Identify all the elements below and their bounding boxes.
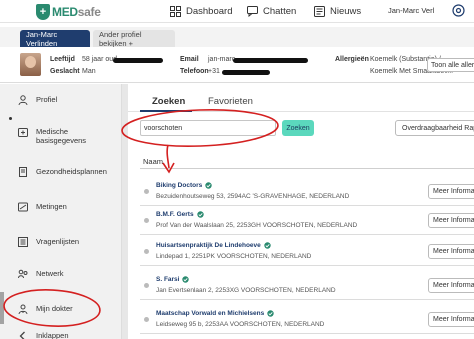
doctor-name: B.M.F. Gerts (156, 211, 204, 218)
email-value: jan-marc (208, 56, 236, 63)
tab-other-profile[interactable]: Ander profiel bekijken + (93, 30, 175, 48)
bullet-dot (9, 117, 12, 120)
verified-check-icon (205, 182, 212, 189)
table-row[interactable]: Maatschap Vorwald en Michielsens Leidsew… (140, 306, 474, 334)
top-bar: + MEDsafe Dashboard Chatten Nieuws Jan-M… (0, 0, 474, 23)
chat-icon (247, 6, 258, 17)
doctor-address: Leidseweg 95 b, 2253AA VOORSCHOTEN, NEDE… (156, 321, 325, 328)
list-icon (18, 237, 28, 247)
status-dot (144, 249, 149, 254)
doctor-address: Lindepad 1, 2251PK VOORSCHOTEN, NEDERLAN… (156, 253, 312, 260)
doctor-address: Prof Van der Waalslaan 25, 2253GH VOORSC… (156, 222, 358, 229)
dashboard-icon (170, 6, 181, 17)
sidebar-item-label: Vragenlijsten (36, 237, 80, 246)
measure-icon (18, 202, 28, 212)
status-dot (144, 189, 149, 194)
email-label: Email (180, 56, 199, 63)
nav-dashboard[interactable]: Dashboard (170, 4, 232, 19)
nav-news-label: Nieuws (330, 6, 362, 17)
verified-check-icon (182, 276, 190, 283)
status-dot (144, 218, 149, 223)
transfer-report-button[interactable]: Overdraagbaarheid Rapp (395, 120, 474, 136)
gender-value: Man (82, 68, 96, 75)
sidebar-item-label: Profiel (36, 95, 58, 104)
table-row[interactable]: B.M.F. Gerts Prof Van der Waalslaan 25, … (140, 207, 474, 235)
doctor-name-text: S. Farsi (156, 276, 180, 284)
avatar (20, 53, 41, 76)
doctor-name-text: B.M.F. Gerts (156, 211, 194, 219)
patient-info: Leeftijd 58 jaar oud Geslacht Man Email … (0, 47, 474, 83)
logo-text-b: safe (77, 4, 101, 19)
collapse-icon (19, 331, 25, 339)
redaction-mark (113, 58, 163, 63)
profile-tabs-bar: Jan-Marc Verlinden Ander profiel bekijke… (0, 27, 474, 48)
sidebar-item-label: Metingen (36, 202, 67, 211)
age-label: Leeftijd (50, 56, 75, 63)
status-dot (144, 283, 149, 288)
verified-check-icon (267, 310, 274, 317)
doctor-name-text: Biking Doctors (156, 182, 203, 190)
plan-icon (19, 167, 27, 177)
doctor-name: Biking Doctors (156, 182, 212, 189)
doctor-icon (18, 304, 28, 314)
more-info-button[interactable]: Meer Informat (428, 184, 474, 199)
person-icon (18, 95, 28, 105)
tab-zoeken[interactable]: Zoeken (152, 96, 185, 107)
table-row[interactable]: Huisartsenpraktijk De Lindehoeve Lindepa… (140, 238, 474, 266)
network-icon (18, 269, 28, 279)
more-info-button[interactable]: Meer Informat (428, 244, 474, 259)
tab-favorieten[interactable]: Favorieten (208, 96, 253, 107)
nav-news[interactable]: Nieuws (314, 4, 361, 19)
table-row[interactable]: S. Farsi Jan Evertsenlaan 2, 2253XG VOOR… (140, 272, 474, 300)
sidebar-item-label: Mijn dokter (36, 304, 73, 313)
user-menu[interactable]: Jan-Marc Verl (388, 6, 434, 15)
sidebar-item-label: Gezondheidsplannen (36, 167, 107, 176)
more-info-button[interactable]: Meer Informat (428, 312, 474, 327)
active-tab-underline (140, 110, 192, 112)
more-info-button[interactable]: Meer Informat (428, 213, 474, 228)
sidebar-item-label: Inklappen (36, 331, 69, 339)
tab-current-profile[interactable]: Jan-Marc Verlinden (20, 30, 90, 48)
settings-icon[interactable] (452, 4, 465, 17)
nav-chat-label: Chatten (263, 6, 297, 17)
doctor-address: Bezuidenhoutseweg 53, 2594AC 'S-GRAVENHA… (156, 193, 350, 200)
phone-value: +31 (208, 68, 220, 75)
search-button[interactable]: Zoeken (282, 120, 314, 136)
logo[interactable]: + MEDsafe (36, 3, 101, 20)
logo-text-a: MED (52, 4, 78, 19)
sidebar-item-label: Medische basisgegevens (36, 127, 87, 145)
nav-dashboard-label: Dashboard (186, 6, 233, 17)
doctor-name-text: Huisartsenpraktijk De Lindehoeve (156, 242, 261, 250)
phone-label: Telefoon (180, 68, 209, 75)
sidebar-item-label: Netwerk (36, 269, 64, 278)
verified-check-icon (196, 211, 204, 218)
header-divider (140, 168, 474, 169)
redaction-mark (233, 58, 308, 63)
shield-logo-icon: + (36, 3, 50, 20)
age-value: 58 jaar oud (82, 56, 118, 63)
table-row[interactable]: Biking Doctors Bezuidenhoutseweg 53, 259… (140, 178, 474, 206)
doctor-name: S. Farsi (156, 276, 190, 284)
status-dot (144, 317, 149, 322)
active-indicator (0, 292, 4, 324)
column-header-name: Naam (143, 157, 164, 166)
doctor-name: Huisartsenpraktijk De Lindehoeve (156, 242, 271, 249)
doctor-name-text: Maatschap Vorwald en Michielsens (156, 310, 265, 318)
allergies-label: Allergieën (335, 56, 369, 63)
doctor-name: Maatschap Vorwald en Michielsens (156, 310, 274, 317)
news-icon (314, 6, 325, 17)
redaction-mark (222, 70, 270, 75)
medical-icon (18, 128, 28, 137)
logo-text: MEDsafe (52, 5, 101, 19)
verified-check-icon (264, 242, 271, 249)
show-all-allergies-button[interactable]: Toon alle allergieën (427, 58, 474, 72)
more-info-button[interactable]: Meer Informat (428, 278, 474, 293)
search-input[interactable] (140, 120, 276, 136)
doctor-address: Jan Evertsenlaan 2, 2253XG VOORSCHOTEN, … (156, 287, 336, 294)
nav-chat[interactable]: Chatten (247, 4, 296, 19)
gender-label: Geslacht (50, 68, 80, 75)
